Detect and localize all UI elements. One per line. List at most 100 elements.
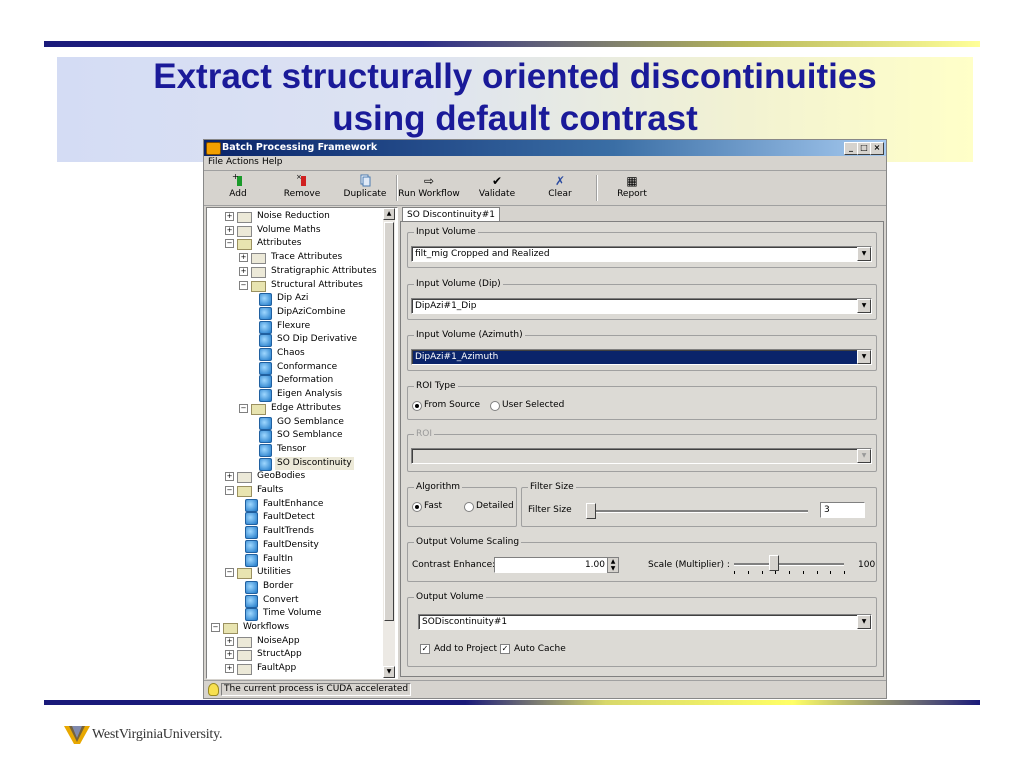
tree-node[interactable]: Dip Azi bbox=[207, 292, 381, 307]
expand-icon[interactable]: + bbox=[225, 664, 234, 674]
remove-button[interactable]: × Remove bbox=[282, 173, 322, 199]
user-selected-radio[interactable] bbox=[490, 401, 500, 411]
tree-node[interactable]: Convert bbox=[207, 594, 381, 608]
expand-icon[interactable]: + bbox=[225, 225, 234, 235]
scale-multiplier-track[interactable] bbox=[734, 563, 844, 566]
add-to-project-checkbox[interactable]: ✓ bbox=[420, 644, 430, 654]
scale-multiplier-slider-thumb[interactable] bbox=[768, 555, 779, 571]
chevron-down-icon[interactable]: ▼ bbox=[857, 299, 871, 313]
fast-radio[interactable] bbox=[412, 502, 422, 512]
tree-node[interactable]: − Edge Attributes bbox=[207, 402, 381, 415]
filter-size-input[interactable]: 3 bbox=[820, 502, 865, 518]
tree-node[interactable]: FaultDensity bbox=[207, 539, 381, 553]
tree-node[interactable]: + NoiseApp bbox=[207, 635, 381, 648]
detailed-radio[interactable] bbox=[464, 502, 474, 512]
collapse-icon[interactable]: − bbox=[225, 568, 234, 578]
tree-node[interactable]: DipAziCombine bbox=[207, 306, 381, 320]
scroll-up-icon[interactable]: ▲ bbox=[383, 208, 395, 220]
menu-file[interactable]: File bbox=[208, 157, 223, 167]
tree-node[interactable]: Conformance bbox=[207, 361, 381, 375]
tree-node[interactable]: SO Dip Derivative bbox=[207, 333, 381, 348]
tree-node[interactable]: + Noise Reduction bbox=[207, 210, 381, 223]
tree-node[interactable]: FaultDetect bbox=[207, 511, 381, 526]
output-volume-select[interactable]: SODiscontinuity#1 ▼ bbox=[418, 614, 872, 630]
report-button[interactable]: ▦ Report bbox=[614, 173, 650, 199]
input-volume-value: filt_mig Cropped and Realized bbox=[415, 249, 550, 259]
chevron-down-icon[interactable]: ▼ bbox=[857, 449, 871, 463]
tree-node[interactable]: Deformation bbox=[207, 374, 381, 389]
tree-node[interactable]: − Faults bbox=[207, 484, 381, 497]
minimize-button[interactable]: _ bbox=[844, 142, 858, 155]
menu-actions[interactable]: Actions bbox=[226, 157, 259, 167]
expand-icon[interactable]: + bbox=[225, 636, 234, 646]
contrast-enhance-input[interactable]: 1.00 bbox=[494, 557, 608, 573]
scroll-down-icon[interactable]: ▼ bbox=[383, 666, 395, 678]
close-button[interactable]: × bbox=[870, 142, 884, 155]
from-source-radio[interactable] bbox=[412, 401, 422, 411]
tree-scrollbar[interactable]: ▲ ▼ bbox=[383, 208, 395, 678]
chevron-down-icon[interactable]: ▼ bbox=[857, 247, 871, 261]
filter-size-track[interactable] bbox=[588, 510, 808, 513]
add-to-project-label: Add to Project bbox=[434, 644, 497, 654]
tree-node[interactable]: Chaos bbox=[207, 347, 381, 361]
tree-node[interactable]: + GeoBodies bbox=[207, 470, 381, 484]
process-tree: + Noise Reduction + Volume Maths − Attributes… bbox=[206, 207, 398, 679]
tree-node[interactable]: FaultEnhance bbox=[207, 498, 381, 512]
expand-icon[interactable]: + bbox=[239, 266, 248, 276]
tree-node[interactable]: SO Discontinuity bbox=[207, 456, 381, 471]
tree-node[interactable]: SO Semblance bbox=[207, 429, 381, 444]
maximize-button[interactable]: □ bbox=[857, 142, 871, 155]
input-volume-select[interactable]: filt_mig Cropped and Realized ▼ bbox=[411, 246, 872, 262]
tree-node-label: FaultTrends bbox=[263, 526, 314, 537]
filter-size-slider-thumb[interactable] bbox=[586, 503, 596, 519]
tree-node[interactable]: FaultTrends bbox=[207, 525, 381, 540]
roi-select[interactable]: ▼ bbox=[411, 448, 872, 464]
wvu-logo-text: WestVirginiaUniversity. bbox=[92, 727, 223, 742]
tree-node-label: Structural Attributes bbox=[271, 279, 363, 290]
collapse-icon[interactable]: − bbox=[239, 403, 248, 413]
tree-node[interactable]: − Workflows bbox=[207, 621, 381, 634]
clear-button[interactable]: ✗ Clear bbox=[546, 173, 574, 199]
expand-icon[interactable]: + bbox=[225, 650, 234, 660]
tree-node[interactable]: Tensor bbox=[207, 443, 381, 457]
tab-so-discontinuity[interactable]: SO Discontinuity#1 bbox=[402, 207, 500, 222]
tree-node[interactable]: + Volume Maths bbox=[207, 224, 381, 237]
input-volume-dip-select[interactable]: DipAzi#1_Dip ▼ bbox=[411, 298, 872, 314]
tree-node[interactable]: + Trace Attributes bbox=[207, 251, 381, 265]
tree-node[interactable]: FaultIn bbox=[207, 553, 381, 567]
tree-node[interactable]: + Stratigraphic Attributes bbox=[207, 265, 381, 278]
process-item-icon bbox=[259, 334, 272, 348]
add-button[interactable]: + Add bbox=[226, 172, 250, 199]
tree-node[interactable]: + FaultApp bbox=[207, 662, 381, 676]
expand-icon[interactable]: + bbox=[239, 253, 248, 263]
collapse-icon[interactable]: − bbox=[225, 486, 234, 495]
expand-icon[interactable]: + bbox=[225, 472, 234, 482]
tree-node[interactable]: Eigen Analysis bbox=[207, 388, 381, 403]
tree-node[interactable]: GO Semblance bbox=[207, 416, 381, 430]
tree-node[interactable]: Time Volume bbox=[207, 607, 381, 622]
collapse-icon[interactable]: − bbox=[239, 280, 248, 290]
add-label: Add bbox=[229, 189, 247, 199]
duplicate-button[interactable]: Duplicate bbox=[342, 173, 388, 199]
input-volume-azimuth-select[interactable]: DipAzi#1_Azimuth ▼ bbox=[411, 349, 872, 365]
chevron-down-icon[interactable]: ▼ bbox=[857, 615, 871, 629]
tree-node[interactable]: − Attributes bbox=[207, 237, 381, 251]
menu-help[interactable]: Help bbox=[262, 157, 283, 167]
chevron-down-icon[interactable]: ▼ bbox=[857, 350, 871, 364]
auto-cache-checkbox[interactable]: ✓ bbox=[500, 644, 510, 654]
tree-node[interactable]: + StructApp bbox=[207, 648, 381, 662]
contrast-spinner-icon[interactable]: ▲ ▼ bbox=[607, 557, 619, 573]
collapse-icon[interactable]: − bbox=[211, 623, 220, 632]
run-workflow-button[interactable]: ⇨ Run Workflow bbox=[398, 173, 460, 199]
tree-node[interactable]: Border bbox=[207, 580, 381, 594]
window-titlebar[interactable]: Batch Processing Framework _ □ × bbox=[204, 140, 886, 156]
expand-icon[interactable]: + bbox=[225, 212, 234, 221]
tree-node[interactable]: − Structural Attributes bbox=[207, 279, 381, 292]
tree-node[interactable]: − Utilities bbox=[207, 566, 381, 580]
remove-label: Remove bbox=[283, 189, 321, 199]
collapse-icon[interactable]: − bbox=[225, 239, 234, 249]
validate-button[interactable]: ✔ Validate bbox=[478, 173, 516, 199]
algorithm-group: Algorithm Fast Detailed bbox=[407, 481, 517, 527]
scroll-thumb[interactable] bbox=[384, 222, 394, 621]
tree-node[interactable]: Flexure bbox=[207, 320, 381, 334]
